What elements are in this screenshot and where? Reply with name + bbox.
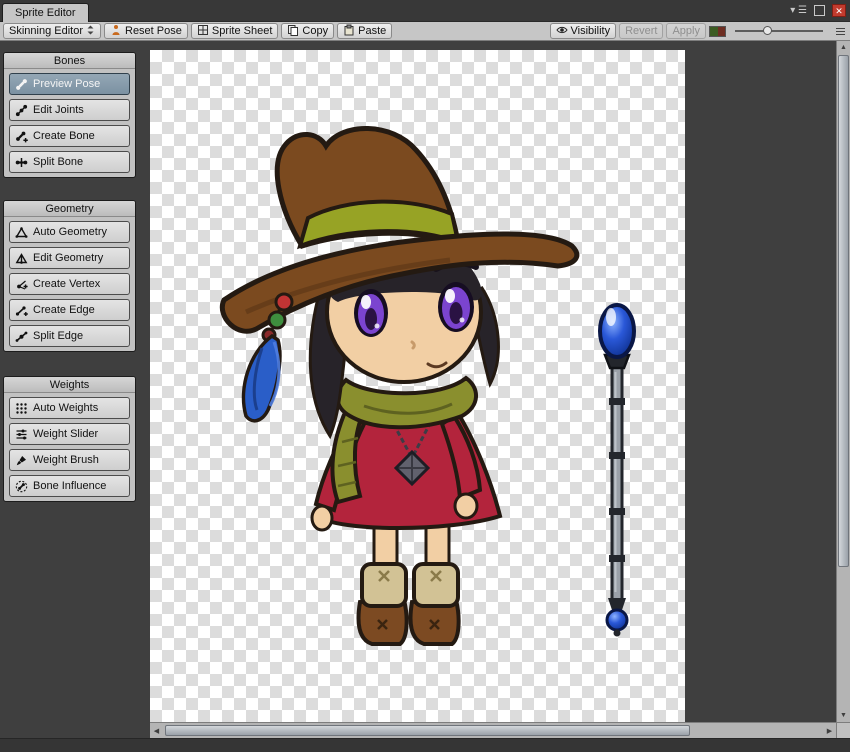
auto-weights-button[interactable]: Auto Weights <box>9 397 130 419</box>
revert-button[interactable]: Revert <box>619 23 664 39</box>
weight-brush-icon <box>15 454 28 467</box>
create-bone-icon <box>15 130 28 143</box>
sprite-sheet-button[interactable]: Sprite Sheet <box>190 23 279 39</box>
edit-geometry-button[interactable]: Edit Geometry <box>9 247 130 269</box>
skinning-editor-dropdown[interactable]: Skinning Editor <box>3 23 101 39</box>
weight-brush-button[interactable]: Weight Brush <box>9 449 130 471</box>
toolbar: Skinning Editor Reset Pose Sprite Sheet … <box>0 22 850 41</box>
zoom-slider-thumb[interactable] <box>763 26 772 35</box>
horizontal-scrollbar-thumb[interactable] <box>165 725 690 736</box>
main-area: Bones Preview Pose Edit Joints Create Bo… <box>0 41 836 722</box>
split-bone-button[interactable]: Split Bone <box>9 151 130 173</box>
window-bottom-strip <box>0 738 850 752</box>
create-vertex-button[interactable]: Create Vertex <box>9 273 130 295</box>
panel-bones-header: Bones <box>4 53 135 69</box>
auto-weights-icon <box>15 402 28 415</box>
paste-button[interactable]: Paste <box>337 23 393 39</box>
edit-joints-icon <box>15 104 28 117</box>
edit-joints-button[interactable]: Edit Joints <box>9 99 130 121</box>
sprite-canvas[interactable] <box>150 50 685 722</box>
staff <box>598 303 636 637</box>
copy-icon <box>287 24 299 39</box>
create-vertex-icon <box>15 278 28 291</box>
sprite-sheet-icon <box>197 24 209 39</box>
window-menu-icon[interactable]: ▾ ☰ <box>790 5 807 17</box>
scroll-right-button[interactable]: ▶ <box>823 724 836 738</box>
sprite-editor-window: Sprite Editor ▾ ☰ ✕ Skinning Editor Rese… <box>0 0 850 752</box>
split-bone-icon <box>15 156 28 169</box>
vertical-scrollbar-thumb[interactable] <box>838 55 849 567</box>
create-edge-icon <box>15 304 28 317</box>
paste-icon <box>343 24 355 39</box>
zoom-slider[interactable] <box>733 23 825 39</box>
scrollbar-corner <box>836 722 850 738</box>
close-icon[interactable]: ✕ <box>832 4 846 17</box>
horizontal-scrollbar-row: ◀ ▶ <box>0 722 850 738</box>
split-edge-button[interactable]: Split Edge <box>9 325 130 347</box>
texture-preview-swatch[interactable] <box>709 25 726 37</box>
sprite-artwork <box>219 126 636 646</box>
tab-title: Sprite Editor <box>15 7 76 19</box>
eye-icon <box>555 24 568 39</box>
preview-pose-icon <box>15 78 28 91</box>
visibility-button[interactable]: Visibility <box>549 23 617 39</box>
edit-geometry-icon <box>15 252 28 265</box>
bone-influence-icon <box>15 480 28 493</box>
swatch-green-half <box>710 26 718 36</box>
bone-influence-button[interactable]: Bone Influence <box>9 475 130 497</box>
horizontal-scrollbar[interactable]: ◀ ▶ <box>150 722 836 738</box>
panel-weights: Weights Auto Weights Weight Slider Weigh… <box>3 376 136 502</box>
scroll-up-button[interactable]: ▲ <box>837 41 850 54</box>
create-bone-button[interactable]: Create Bone <box>9 125 130 147</box>
panel-bones: Bones Preview Pose Edit Joints Create Bo… <box>3 52 136 178</box>
updown-arrows-icon <box>86 24 95 39</box>
preview-pose-button[interactable]: Preview Pose <box>9 73 130 95</box>
scroll-down-button[interactable]: ▼ <box>837 709 850 722</box>
panel-geometry: Geometry Auto Geometry Edit Geometry Cre… <box>3 200 136 352</box>
auto-geometry-icon <box>15 226 28 239</box>
reset-pose-button[interactable]: Reset Pose <box>104 23 188 39</box>
scroll-left-button[interactable]: ◀ <box>150 724 163 738</box>
weight-slider-icon <box>15 428 28 441</box>
titlebar: Sprite Editor ▾ ☰ ✕ <box>0 0 850 22</box>
auto-geometry-button[interactable]: Auto Geometry <box>9 221 130 243</box>
weight-slider-button[interactable]: Weight Slider <box>9 423 130 445</box>
witch-character <box>219 126 580 646</box>
vertical-scrollbar[interactable]: ▲ ▼ <box>836 41 850 722</box>
reset-pose-icon <box>110 24 122 39</box>
copy-button[interactable]: Copy <box>281 23 335 39</box>
tab-sprite-editor[interactable]: Sprite Editor <box>2 3 89 22</box>
swatch-red-half <box>717 26 725 36</box>
split-edge-icon <box>15 330 28 343</box>
panel-geometry-header: Geometry <box>4 201 135 217</box>
panel-weights-header: Weights <box>4 377 135 393</box>
create-edge-button[interactable]: Create Edge <box>9 299 130 321</box>
toolbar-right-group: Visibility Revert Apply <box>549 23 847 39</box>
maximize-icon[interactable] <box>814 5 825 16</box>
window-controls: ▾ ☰ ✕ <box>790 4 846 17</box>
apply-button[interactable]: Apply <box>666 23 706 39</box>
scrollbar-corner-icon <box>834 25 847 38</box>
